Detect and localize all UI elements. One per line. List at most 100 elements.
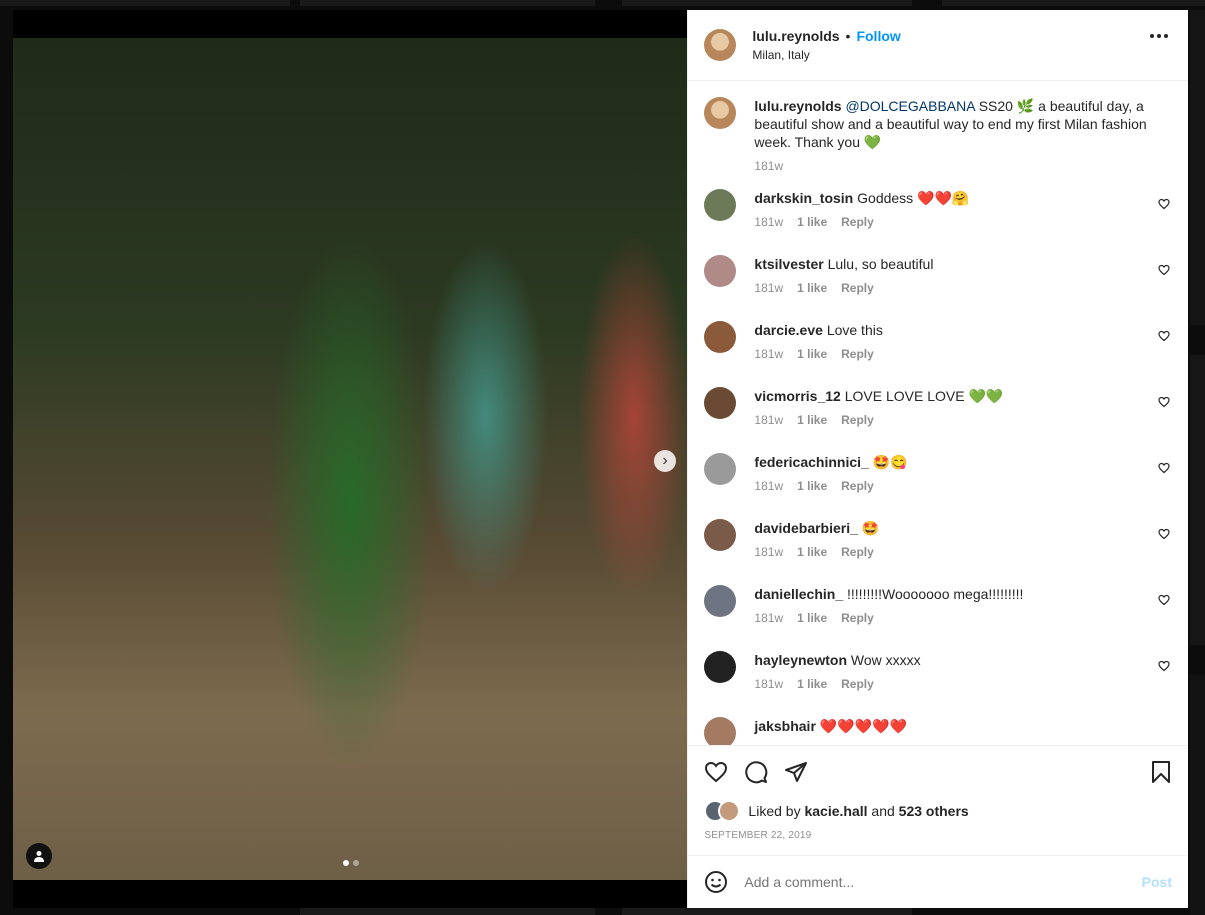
liked-others-link[interactable]: 523 others xyxy=(899,803,969,819)
comment-row: davidebarbieri_ 🤩 181w 1 like Reply xyxy=(704,519,1172,585)
post-header: lulu.reynolds • Follow Milan, Italy xyxy=(688,10,1188,81)
author-username[interactable]: lulu.reynolds xyxy=(752,28,839,44)
comment-row: darcie.eve Love this 181w 1 like Reply xyxy=(704,321,1172,387)
commenter-username[interactable]: ktsilvester xyxy=(754,256,823,272)
reply-button[interactable]: Reply xyxy=(841,675,874,693)
heart-icon xyxy=(1158,594,1170,606)
comment-likes[interactable]: 1 like xyxy=(797,609,827,627)
like-button[interactable] xyxy=(704,760,728,784)
commenter-username[interactable]: federicachinnici_ xyxy=(754,454,868,470)
heart-icon xyxy=(1158,396,1170,408)
add-comment-bar: Post xyxy=(688,856,1188,908)
reply-button[interactable]: Reply xyxy=(841,345,874,363)
comment-text: 🤩 xyxy=(861,520,880,536)
post-panel: lulu.reynolds • Follow Milan, Italy lulu… xyxy=(687,10,1188,908)
comment-time[interactable]: 181w xyxy=(754,345,783,363)
more-options-icon[interactable] xyxy=(1150,34,1168,38)
bookmark-icon xyxy=(1152,761,1170,783)
comment-time[interactable]: 181w xyxy=(754,411,783,429)
reply-button[interactable]: Reply xyxy=(841,609,874,627)
commenter-avatar[interactable] xyxy=(704,321,737,353)
carousel-dot-active xyxy=(343,860,349,866)
comment-row: darkskin_tosin Goddess ❤️❤️🤗 181w 1 like… xyxy=(704,189,1172,255)
commenter-avatar[interactable] xyxy=(704,651,737,683)
emoji-icon[interactable] xyxy=(704,870,728,894)
heart-icon xyxy=(1158,660,1170,672)
commenter-username[interactable]: darcie.eve xyxy=(754,322,823,338)
share-button[interactable] xyxy=(784,760,808,784)
separator-dot: • xyxy=(845,28,851,44)
post-media: › xyxy=(13,10,688,908)
reply-button[interactable]: Reply xyxy=(841,543,874,561)
commenter-username[interactable]: darkskin_tosin xyxy=(754,190,853,206)
reply-button[interactable]: Reply xyxy=(841,279,874,297)
comment-row: ktsilvester Lulu, so beautiful 181w 1 li… xyxy=(704,255,1172,321)
comment-text: Lulu, so beautiful xyxy=(827,256,934,272)
reply-button[interactable]: Reply xyxy=(841,477,874,495)
comment-time[interactable]: 181w xyxy=(754,609,783,627)
comment-like-button[interactable] xyxy=(1158,395,1170,413)
comment-like-button[interactable] xyxy=(1158,263,1170,281)
comment-time[interactable]: 181w xyxy=(754,213,783,231)
reply-button[interactable]: Reply xyxy=(841,213,874,231)
liked-and-label: and xyxy=(867,803,899,819)
comment-button[interactable] xyxy=(744,760,768,784)
post-location[interactable]: Milan, Italy xyxy=(752,48,900,62)
heart-icon xyxy=(1158,264,1170,276)
post-date[interactable]: SEPTEMBER 22, 2019 xyxy=(688,824,1188,856)
author-avatar[interactable] xyxy=(704,29,737,61)
heart-icon xyxy=(705,761,728,783)
comment-row: vicmorris_12 LOVE LOVE LOVE 💚💚 181w 1 li… xyxy=(704,387,1172,453)
caption-time[interactable]: 181w xyxy=(754,157,783,175)
commenter-avatar[interactable] xyxy=(704,519,737,551)
comment-time[interactable]: 181w xyxy=(754,543,783,561)
next-slide-button[interactable]: › xyxy=(654,450,676,472)
comment-like-button[interactable] xyxy=(1158,329,1170,347)
comment-likes[interactable]: 1 like xyxy=(797,411,827,429)
comment-text: 🤩😋 xyxy=(872,454,908,470)
comment-like-button[interactable] xyxy=(1158,197,1170,215)
commenter-avatar[interactable] xyxy=(704,585,737,617)
comment-time[interactable]: 181w xyxy=(754,279,783,297)
commenter-username[interactable]: hayleynewton xyxy=(754,652,847,668)
post-comment-button[interactable]: Post xyxy=(1142,874,1172,890)
commenter-username[interactable]: daniellechin_ xyxy=(754,586,843,602)
comment-likes[interactable]: 1 like xyxy=(797,279,827,297)
commenter-username[interactable]: vicmorris_12 xyxy=(754,388,840,404)
liked-by-user[interactable]: kacie.hall xyxy=(804,803,867,819)
commenter-avatar[interactable] xyxy=(704,189,737,221)
comment-likes[interactable]: 1 like xyxy=(797,675,827,693)
comment-time[interactable]: 181w xyxy=(754,477,783,495)
comment-likes[interactable]: 1 like xyxy=(797,477,827,495)
liked-by-label: Liked by xyxy=(748,803,805,819)
comment-like-button[interactable] xyxy=(1158,527,1170,545)
post-photo xyxy=(13,38,688,880)
comment-row: daniellechin_ !!!!!!!!!Wooooooo mega!!!!… xyxy=(704,585,1172,651)
comment-input[interactable] xyxy=(742,873,1127,891)
comment-time[interactable]: 181w xyxy=(754,675,783,693)
tagged-users-button[interactable] xyxy=(26,843,52,869)
comment-likes[interactable]: 1 like xyxy=(797,543,827,561)
comment-like-button[interactable] xyxy=(1158,461,1170,479)
commenter-avatar[interactable] xyxy=(704,453,737,485)
follow-button[interactable]: Follow xyxy=(856,28,900,44)
commenter-username[interactable]: davidebarbieri_ xyxy=(754,520,858,536)
commenter-username[interactable]: jaksbhair xyxy=(754,718,815,734)
comment-like-button[interactable] xyxy=(1158,659,1170,677)
comment-like-button[interactable] xyxy=(1158,593,1170,611)
commenter-avatar[interactable] xyxy=(704,255,737,287)
caption-author-avatar[interactable] xyxy=(704,97,737,129)
heart-icon xyxy=(1158,198,1170,210)
comment-likes[interactable]: 1 like xyxy=(797,345,827,363)
heart-icon xyxy=(1158,462,1170,474)
comment-text: Love this xyxy=(826,322,883,338)
reply-button[interactable]: Reply xyxy=(841,411,874,429)
liker-avatar xyxy=(718,800,741,822)
caption-author[interactable]: lulu.reynolds xyxy=(754,98,841,114)
caption-mention[interactable]: @DOLCEGABBANA xyxy=(845,98,974,114)
commenter-avatar[interactable] xyxy=(704,387,737,419)
comment-likes[interactable]: 1 like xyxy=(797,213,827,231)
commenter-avatar[interactable] xyxy=(704,717,737,745)
save-button[interactable] xyxy=(1150,760,1172,789)
comments-list[interactable]: lulu.reynolds @DOLCEGABBANA SS20 🌿 a bea… xyxy=(688,81,1188,745)
